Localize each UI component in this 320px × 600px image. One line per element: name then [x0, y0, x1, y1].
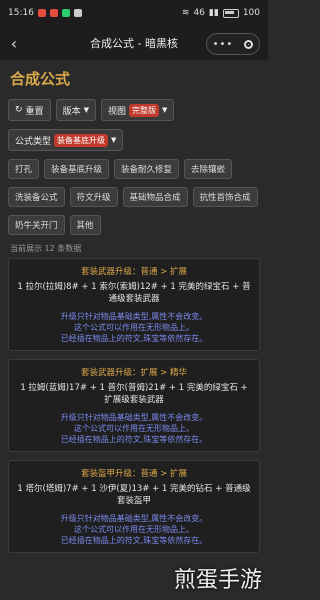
card-title: 套装武器升级：普通 > 扩展	[80, 267, 188, 277]
card-formula: 1 拉尔(拉姆)8# + 1 索尔(索姆)12# + 1 完美的绿宝石 + 普通…	[17, 282, 251, 304]
category-tag[interactable]: 装备耐久修复	[114, 159, 180, 179]
category-tag[interactable]: 其他	[69, 215, 101, 235]
filter-row: 公式类型 装备基底升级 ▼	[0, 125, 268, 155]
formula-type-badge: 装备基底升级	[54, 133, 109, 147]
app-notification-icon	[37, 9, 46, 17]
result-count: 当前展示 12 条数据	[10, 244, 82, 253]
category-tags-2: 洗装备公式 符文升级 基础物品合成 抗性首饰合成	[0, 183, 268, 211]
formula-card: 套装武器升级：普通 > 扩展 1 拉尔(拉姆)8# + 1 索尔(索姆)12# …	[8, 258, 260, 351]
watermark-text: 煎蛋手游	[173, 568, 262, 593]
battery-icon	[222, 8, 239, 18]
view-label: 视图	[107, 106, 126, 117]
category-tag[interactable]: 去除镶嵌	[184, 159, 233, 179]
close-miniapp-icon[interactable]	[244, 39, 254, 49]
card-note: 升级只针对物品基础类型,属性不会改变。	[60, 312, 208, 321]
reset-label: 重置	[25, 106, 44, 117]
reset-button[interactable]: ↻ 重置	[8, 99, 51, 121]
app-notification-icon	[61, 9, 70, 17]
view-badge: 完整版	[128, 103, 159, 117]
category-tags-1: 打孔 装备基底升级 装备耐久修复 去除镶嵌	[0, 155, 268, 183]
card-note: 已经插在物品上的符文,珠宝等依然存在。	[60, 435, 208, 444]
status-bar: 15:16 ≋ 46 ▮▮ 100	[0, 0, 268, 26]
card-note: 已经插在物品上的符文,珠宝等依然存在。	[60, 536, 208, 545]
title-bar: ‹ 合成公式 - 暗黑核 •••	[0, 26, 268, 60]
formula-card: 套装盔甲升级：普通 > 扩展 1 塔尔(塔姆)7# + 1 沙伊(夏)13# +…	[8, 460, 260, 553]
wifi-icon: ≋	[181, 8, 190, 18]
refresh-icon: ↻	[15, 105, 23, 115]
caret-down-icon: ▼	[83, 106, 89, 114]
card-formula: 1 塔尔(塔姆)7# + 1 沙伊(夏)13# + 1 完美的钻石 + 普通级套…	[17, 484, 251, 506]
status-time: 15:16	[8, 8, 34, 18]
caret-down-icon: ▼	[111, 136, 117, 144]
formula-type-label: 公式类型	[15, 136, 52, 147]
version-label: 版本	[62, 106, 81, 117]
view-select[interactable]: 视图 完整版 ▼	[100, 99, 175, 121]
category-tags-3: 奶牛关开门 其他	[0, 211, 268, 239]
category-tag[interactable]: 装备基底升级	[44, 159, 110, 179]
category-tag[interactable]: 打孔	[8, 159, 40, 179]
category-tag[interactable]: 符文升级	[69, 187, 118, 207]
card-title: 套装武器升级：扩展 > 精华	[80, 368, 188, 378]
app-notification-icon	[49, 9, 58, 17]
category-tag[interactable]: 奶牛关开门	[8, 215, 65, 235]
card-note: 升级只针对物品基础类型,属性不会改变。	[60, 514, 208, 523]
toolbar: ↻ 重置 版本 ▼ 视图 完整版 ▼	[0, 95, 268, 125]
category-tag[interactable]: 洗装备公式	[8, 187, 65, 207]
back-icon[interactable]: ‹	[0, 34, 28, 53]
category-tag[interactable]: 基础物品合成	[122, 187, 188, 207]
card-note: 这个公式可以作用在无形物品上。	[74, 323, 194, 332]
card-title: 套装盔甲升级：普通 > 扩展	[80, 469, 188, 479]
card-formula: 1 拉姆(蓝姆)17# + 1 普尔(普姆)21# + 1 完美的绿宝石 + 扩…	[20, 383, 248, 405]
signal-label: 46	[193, 8, 205, 18]
formula-card: 套装武器升级：扩展 > 精华 1 拉姆(蓝姆)17# + 1 普尔(普姆)21#…	[8, 359, 260, 452]
category-tag[interactable]: 抗性首饰合成	[192, 187, 258, 207]
app-notification-icon	[73, 9, 82, 17]
more-icon[interactable]: •••	[213, 39, 234, 50]
card-note: 升级只针对物品基础类型,属性不会改变。	[60, 413, 208, 422]
card-note: 这个公式可以作用在无形物品上。	[74, 525, 194, 534]
card-note: 已经插在物品上的符文,珠宝等依然存在。	[60, 334, 208, 343]
battery-level: 100	[242, 8, 260, 18]
signal-icon: ▮▮	[208, 8, 219, 18]
version-select[interactable]: 版本 ▼	[55, 99, 96, 121]
page-title: 合成公式	[10, 70, 71, 88]
card-note: 这个公式可以作用在无形物品上。	[74, 424, 194, 433]
miniapp-capsule: •••	[206, 33, 260, 55]
formula-type-select[interactable]: 公式类型 装备基底升级 ▼	[8, 129, 124, 151]
caret-down-icon: ▼	[161, 106, 168, 114]
